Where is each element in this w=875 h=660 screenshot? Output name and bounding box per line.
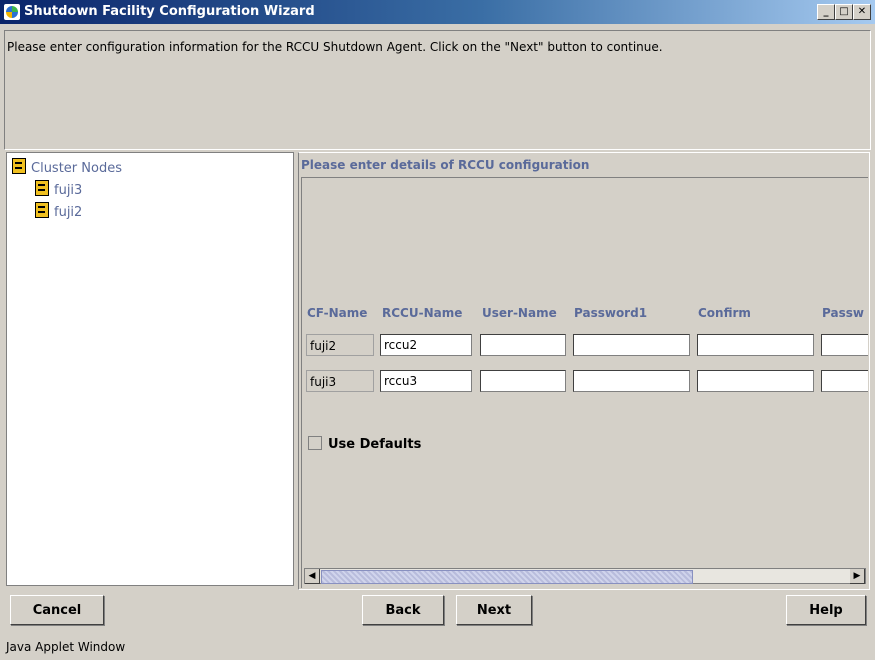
tree-item-fuji3[interactable]: fuji3 <box>35 180 82 198</box>
tree-item-label: fuji3 <box>54 183 83 198</box>
back-button[interactable]: Back <box>362 595 444 625</box>
col-header-confirm: Confirm <box>698 306 751 320</box>
user-name-input[interactable] <box>480 334 566 356</box>
scroll-thumb[interactable] <box>321 570 693 584</box>
use-defaults-label: Use Defaults <box>328 437 422 452</box>
tree-item-label: fuji2 <box>54 205 83 220</box>
col-header-user-name: User-Name <box>482 306 557 320</box>
cf-name-cell: fuji3 <box>306 370 374 392</box>
minimize-button[interactable]: _ <box>817 4 835 20</box>
col-header-password2: Passw <box>822 306 864 320</box>
cluster-icon <box>12 158 26 174</box>
cf-name-cell: fuji2 <box>306 334 374 356</box>
scroll-right-arrow[interactable]: ▶ <box>850 569 865 584</box>
next-button[interactable]: Next <box>456 595 532 625</box>
app-icon <box>4 4 20 20</box>
use-defaults-checkbox[interactable] <box>308 436 322 450</box>
rccu-name-input[interactable]: rccu2 <box>380 334 472 356</box>
user-name-input[interactable] <box>480 370 566 392</box>
cluster-tree: Cluster Nodes fuji3 fuji2 <box>6 152 294 586</box>
confirm-input[interactable] <box>697 334 814 356</box>
use-defaults-option[interactable]: Use Defaults <box>308 436 421 452</box>
tree-item-cluster-nodes[interactable]: Cluster Nodes <box>12 158 122 176</box>
window-title: Shutdown Facility Configuration Wizard <box>24 4 315 19</box>
password1-input[interactable] <box>573 370 690 392</box>
status-text: Java Applet Window <box>6 640 126 654</box>
config-scroll-area: CF-Name RCCU-Name User-Name Password1 Co… <box>301 177 868 588</box>
tree-item-fuji2[interactable]: fuji2 <box>35 202 82 220</box>
cancel-button[interactable]: Cancel <box>10 595 104 625</box>
tree-item-label: Cluster Nodes <box>31 161 122 176</box>
horizontal-scrollbar[interactable]: ◀ ▶ <box>304 568 866 584</box>
window-titlebar[interactable]: Shutdown Facility Configuration Wizard _… <box>0 0 875 24</box>
config-heading: Please enter details of RCCU configurati… <box>301 158 590 172</box>
rccu-name-input[interactable]: rccu3 <box>380 370 472 392</box>
password2-input[interactable] <box>821 334 868 356</box>
close-button[interactable]: ✕ <box>853 4 871 20</box>
help-button[interactable]: Help <box>786 595 866 625</box>
instruction-panel: Please enter configuration information f… <box>4 30 871 150</box>
node-icon <box>35 180 49 196</box>
password2-input[interactable] <box>821 370 868 392</box>
node-icon <box>35 202 49 218</box>
instruction-text: Please enter configuration information f… <box>7 40 663 54</box>
col-header-password1: Password1 <box>574 306 648 320</box>
rccu-config-panel: Please enter details of RCCU configurati… <box>298 152 870 590</box>
maximize-button[interactable]: □ <box>835 4 853 20</box>
password1-input[interactable] <box>573 334 690 356</box>
col-header-rccu-name: RCCU-Name <box>382 306 463 320</box>
confirm-input[interactable] <box>697 370 814 392</box>
scroll-left-arrow[interactable]: ◀ <box>305 569 320 584</box>
col-header-cf-name: CF-Name <box>307 306 368 320</box>
